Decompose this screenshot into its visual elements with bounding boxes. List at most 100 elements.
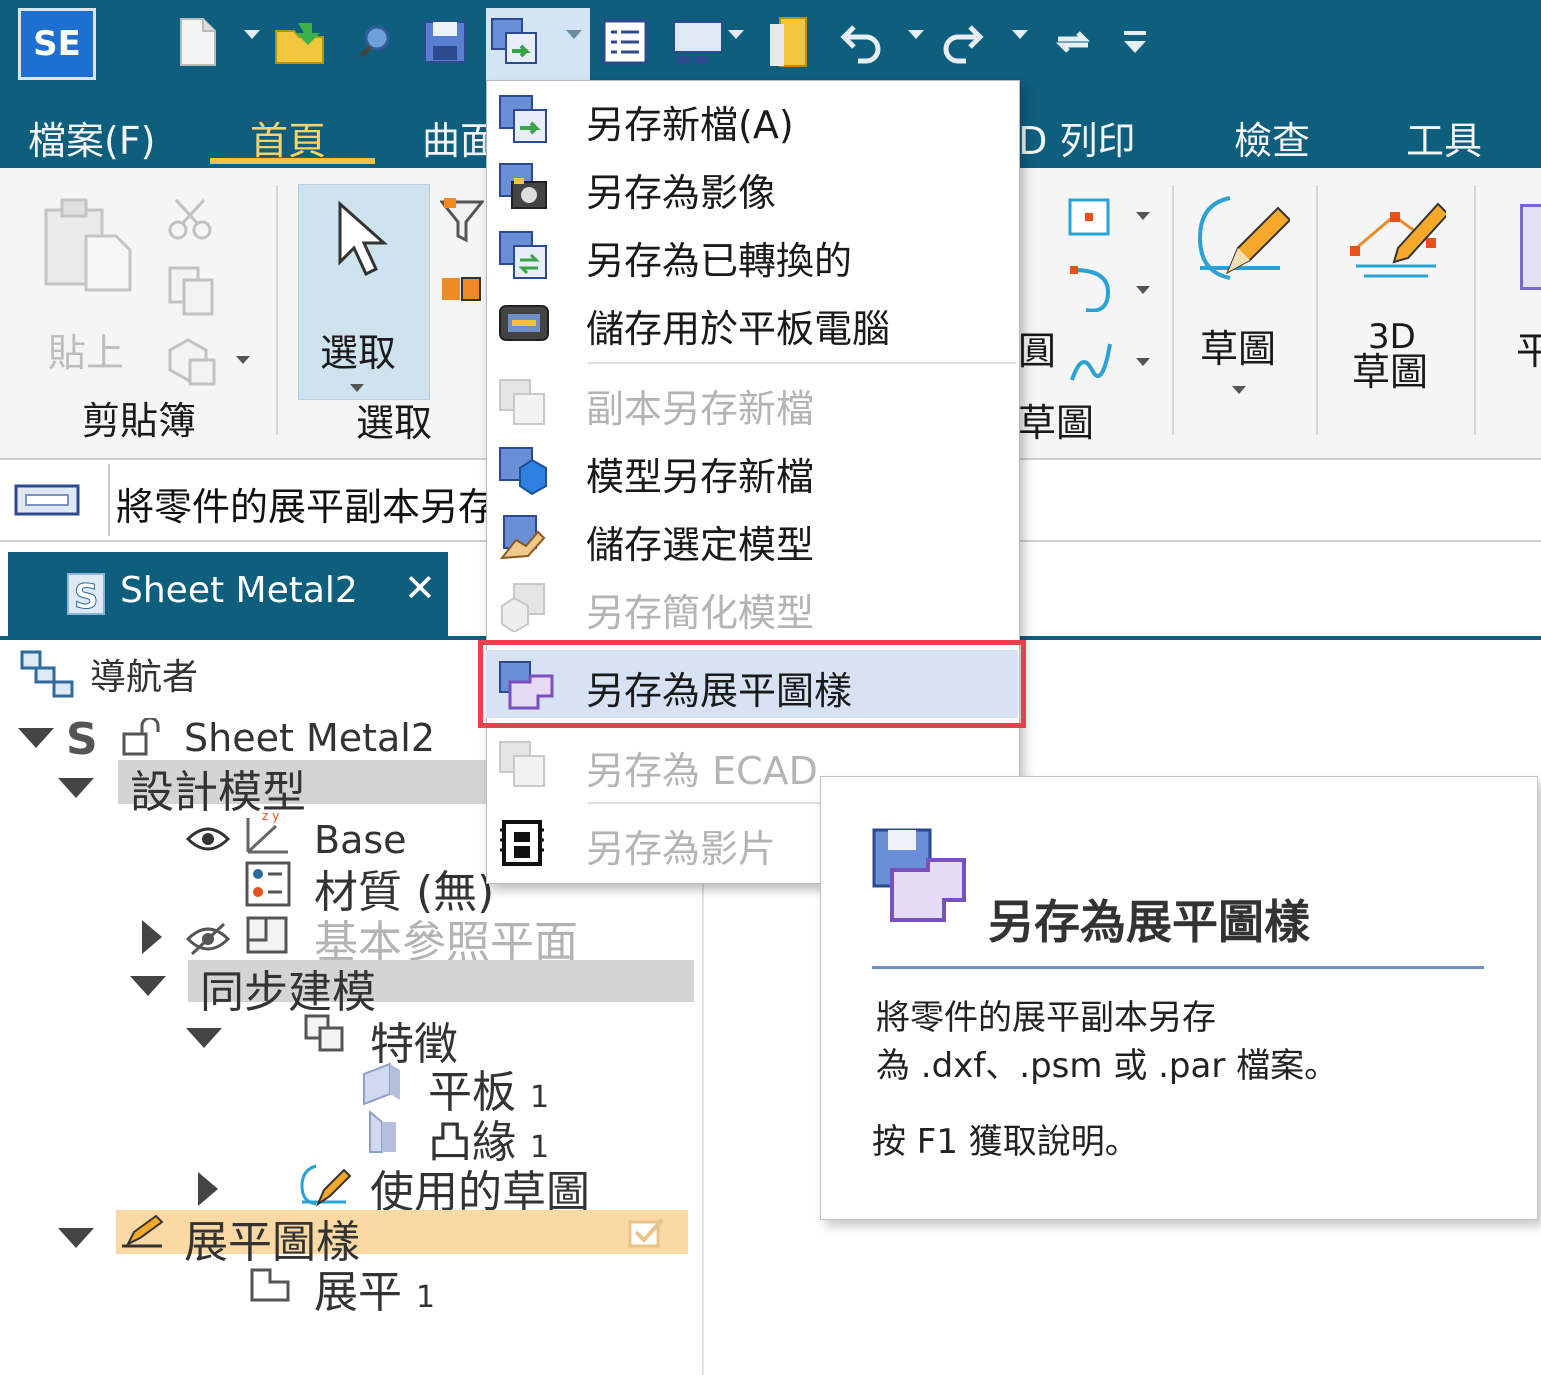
expand-toggle[interactable] <box>130 976 166 996</box>
properties-list-icon[interactable] <box>600 14 650 70</box>
menu-item-label: 模型另存新檔 <box>586 455 815 499</box>
menu-item-save-as-image[interactable]: 另存為影像 <box>486 152 1018 220</box>
redo-dropdown-icon[interactable] <box>1012 30 1028 39</box>
close-tab-icon[interactable]: ✕ <box>404 566 436 610</box>
next-tool-icon[interactable] <box>1520 204 1541 290</box>
point-dropdown-icon[interactable] <box>1136 212 1150 220</box>
save-icon[interactable] <box>420 14 470 70</box>
ribbon-separator <box>1474 185 1476 435</box>
prompt-bar-icon[interactable] <box>14 484 80 520</box>
sketch-icon[interactable] <box>1190 190 1292 290</box>
tab-inspect[interactable]: 檢查 <box>1234 110 1310 165</box>
collapse-toggle[interactable] <box>142 920 162 954</box>
tooltip-title: 另存為展平圖樣 <box>988 895 1310 949</box>
menu-item-save-for-tablet[interactable]: 儲存用於平板電腦 <box>486 288 1018 356</box>
paste-special-icon[interactable] <box>164 332 218 390</box>
view-dropdown-icon[interactable] <box>728 30 744 39</box>
curve-icon[interactable] <box>1066 334 1114 390</box>
tree-item-root[interactable]: Sheet Metal2 <box>184 716 435 760</box>
sketch-label[interactable]: 草圖 <box>1200 318 1276 373</box>
customize-icon[interactable] <box>1110 14 1160 70</box>
sheet-metal-icon: S <box>66 714 98 765</box>
tab-home[interactable]: 首頁 <box>250 110 326 165</box>
menu-item-label: 另存簡化模型 <box>586 591 815 635</box>
arc-dropdown-icon[interactable] <box>1136 286 1150 294</box>
copy-icon[interactable] <box>166 264 216 320</box>
expand-toggle[interactable] <box>18 728 54 748</box>
sketch-group-label: 草圖 <box>1018 401 1095 445</box>
menu-item-save-model-as[interactable]: 模型另存新檔 <box>486 436 1018 504</box>
collapse-toggle[interactable] <box>198 1172 218 1206</box>
new-dropdown-icon[interactable] <box>244 30 260 39</box>
point-icon[interactable] <box>1066 196 1114 242</box>
tablet-icon <box>498 298 552 348</box>
features-icon <box>302 1012 348 1058</box>
eye-icon[interactable] <box>185 824 231 858</box>
select-arrow-icon <box>334 200 394 284</box>
new-document-icon[interactable] <box>172 14 222 70</box>
select-dropdown-icon[interactable] <box>350 384 364 392</box>
menu-item-label: 副本另存新檔 <box>586 387 815 431</box>
paste-label[interactable]: 貼上 <box>48 322 124 377</box>
3d-sketch-icon[interactable] <box>1346 188 1450 288</box>
paste-icon[interactable] <box>40 196 140 296</box>
expand-toggle[interactable] <box>58 1228 94 1248</box>
filter-icon[interactable] <box>438 196 486 248</box>
prompt-text: 將零件的展平副本另存 <box>116 485 497 529</box>
find-icon[interactable] <box>350 14 400 70</box>
tooltip-description-line1: 將零件的展平副本另存 <box>876 998 1216 1038</box>
document-tab-title: Sheet Metal2 <box>120 570 358 611</box>
tooltip-help-text: 按 F1 獲取說明。 <box>872 1122 1139 1162</box>
menu-item-label: 另存為影片 <box>586 827 777 871</box>
menu-item-save-as-translated[interactable]: 另存為已轉換的 <box>486 220 1018 288</box>
paste-special-dropdown-icon[interactable] <box>236 356 250 364</box>
exit-door-icon[interactable] <box>764 14 814 70</box>
circle-label-partial: 圓 <box>1018 329 1057 373</box>
hidden-eye-icon[interactable] <box>185 922 231 960</box>
checkbox-icon[interactable] <box>626 1214 666 1254</box>
app-logo[interactable]: SE <box>18 8 96 80</box>
save-as-icon[interactable] <box>490 14 540 70</box>
open-folder-icon[interactable] <box>274 14 324 70</box>
tab-file[interactable]: 檔案(F) <box>28 110 156 165</box>
navigator-label: 導航者 <box>90 657 199 698</box>
menu-item-save-copy-as[interactable]: 副本另存新檔 <box>486 368 1018 436</box>
tooltip-description-line2: 為 .dxf、.psm 或 .par 檔案。 <box>876 1046 1339 1086</box>
select-tool-icon[interactable] <box>440 272 484 310</box>
expand-toggle[interactable] <box>58 778 94 798</box>
3d-sketch-label-line1[interactable]: 3D <box>1368 320 1416 354</box>
curve-dropdown-icon[interactable] <box>1136 358 1150 366</box>
menu-item-label: 另存為影像 <box>586 171 777 215</box>
repeat-icon[interactable] <box>1048 14 1098 70</box>
select-group-label: 選取 <box>356 401 433 445</box>
menu-separator <box>588 362 1016 364</box>
navigator-icon <box>20 650 76 704</box>
expand-toggle[interactable] <box>186 1028 222 1048</box>
tooltip-flat-pattern-icon <box>870 826 970 926</box>
menu-item-label: 儲存選定模型 <box>586 523 815 567</box>
menu-item-save-simplified-model[interactable]: 另存簡化模型 <box>486 572 1018 640</box>
undo-icon[interactable] <box>836 14 886 70</box>
save-as-dropdown-icon[interactable] <box>566 30 582 39</box>
undo-dropdown-icon[interactable] <box>908 30 924 39</box>
tree-item-flatten[interactable]: 展平 1 <box>314 1256 435 1320</box>
tree-item-flatten-number: 1 <box>416 1280 436 1315</box>
sheet-metal-doc-icon: S <box>60 570 108 622</box>
next-tool-label-partial[interactable]: 平 <box>1516 320 1541 375</box>
save-selected-model-icon <box>498 514 552 564</box>
sketch-dropdown-icon[interactable] <box>1232 386 1246 394</box>
menu-item-save-as[interactable]: 另存新檔(A) <box>486 84 1018 152</box>
redo-icon[interactable] <box>938 14 988 70</box>
arc-icon[interactable] <box>1066 262 1114 316</box>
svg-text:S: S <box>74 577 99 617</box>
tab-feature-icon <box>358 1060 404 1110</box>
cut-icon[interactable] <box>166 196 214 246</box>
save-copy-icon <box>498 378 552 428</box>
3d-sketch-label-line2[interactable]: 草圖 <box>1352 352 1428 392</box>
menu-item-save-selected-model[interactable]: 儲存選定模型 <box>486 504 1018 572</box>
view-icon[interactable] <box>672 14 722 70</box>
tree-item-synchronous-modeling[interactable]: 同步建模 <box>200 956 376 1020</box>
menu-item-label: 儲存用於平板電腦 <box>586 307 891 351</box>
tab-tools[interactable]: 工具 <box>1406 110 1482 165</box>
material-icon <box>244 860 292 912</box>
